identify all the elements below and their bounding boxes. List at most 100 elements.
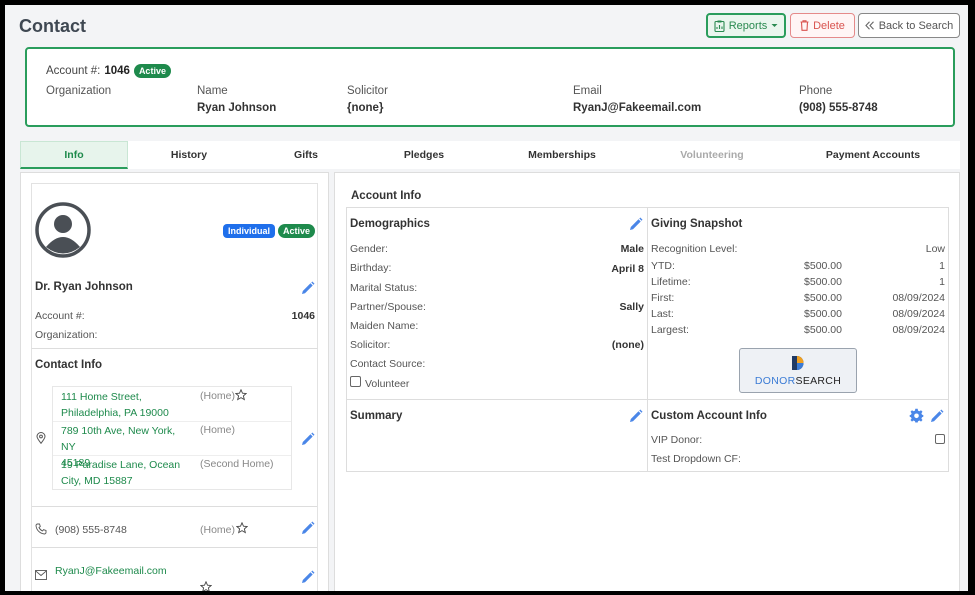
donorsearch-logo-icon: [791, 355, 805, 375]
edit-demographics-pencil-icon[interactable]: [628, 217, 643, 235]
tab-payment-accounts[interactable]: Payment Accounts: [786, 141, 960, 169]
gender-label: Gender:: [350, 243, 388, 255]
address-1[interactable]: 111 Home Street, Philadelphia, PA 19000: [61, 389, 191, 421]
lifetime-count: 1: [939, 276, 945, 288]
contact-full-name: Dr. Ryan Johnson: [35, 281, 133, 293]
delete-button[interactable]: Delete: [790, 13, 855, 38]
marital-status-label: Marital Status:: [350, 282, 418, 294]
individual-badge: Individual: [222, 224, 275, 238]
tab-pledges[interactable]: Pledges: [362, 141, 486, 169]
name-value: Ryan Johnson: [197, 102, 277, 114]
partner-value: Sally: [619, 301, 644, 313]
address-divider: [53, 455, 291, 456]
account-number-line: Account #: 1046 Active: [46, 64, 171, 78]
tab-bar: Info History Gifts Pledges Memberships V…: [20, 141, 960, 169]
star-icon[interactable]: [235, 521, 249, 537]
address-divider: [53, 421, 291, 422]
solicitor-label: Solicitor: [347, 85, 388, 97]
trash-icon: [800, 20, 809, 31]
profile-card: Individual Active Dr. Ryan Johnson Accou…: [31, 183, 318, 348]
vip-donor-label: VIP Donor:: [651, 434, 703, 446]
account-number-label: Account #:: [46, 65, 101, 77]
contact-info-title: Contact Info: [35, 359, 103, 371]
contact-source-label: Contact Source:: [350, 358, 426, 370]
delete-label: Delete: [813, 19, 845, 32]
donorsearch-logo-text: DONORSEARCH: [740, 375, 856, 387]
account-number-value: 1046: [291, 310, 315, 322]
ytd-count: 1: [939, 260, 945, 272]
edit-address-pencil-icon[interactable]: [300, 432, 315, 450]
tab-gifts[interactable]: Gifts: [250, 141, 362, 169]
phone-label: Phone: [799, 85, 833, 97]
contact-phone[interactable]: (908) 555-8748: [55, 524, 127, 536]
account-number-label: Account #:: [35, 310, 85, 322]
first-gift-label: First:: [651, 292, 675, 304]
account-info-title: Account Info: [351, 190, 422, 202]
birthday-value: April 8: [611, 263, 644, 275]
largest-gift-label: Largest:: [651, 324, 689, 336]
maiden-name-label: Maiden Name:: [350, 320, 419, 332]
tab-memberships[interactable]: Memberships: [486, 141, 638, 169]
last-gift-amount: $500.00: [804, 308, 842, 320]
address-list: 111 Home Street, Philadelphia, PA 19000 …: [52, 386, 292, 490]
birthday-label: Birthday:: [350, 262, 392, 274]
last-gift-label: Last:: [651, 308, 674, 320]
tab-history[interactable]: History: [128, 141, 250, 169]
name-label: Name: [197, 85, 228, 97]
volunteer-checkbox[interactable]: [350, 376, 361, 387]
name-field: Name Ryan Johnson: [197, 85, 276, 114]
star-icon[interactable]: [234, 388, 248, 404]
report-icon: [714, 20, 725, 32]
status-badge: Active: [133, 64, 171, 78]
gear-icon[interactable]: [909, 408, 924, 426]
double-chevron-left-icon: [864, 21, 875, 30]
edit-summary-pencil-icon[interactable]: [628, 409, 643, 427]
address-1-type: (Home): [200, 390, 236, 402]
address-3-type: (Second Home): [200, 458, 274, 470]
phone-value: (908) 555-8748: [799, 102, 878, 114]
address-1-line1: 111 Home Street,: [61, 391, 142, 403]
location-pin-icon: [36, 432, 46, 447]
back-to-search-button[interactable]: Back to Search: [858, 13, 960, 38]
account-info-panel: Account Info Demographics Gender: Male B…: [334, 172, 960, 591]
address-1-line2: Philadelphia, PA 19000: [61, 407, 169, 419]
edit-custom-info-pencil-icon[interactable]: [929, 409, 944, 427]
donorsearch-button[interactable]: DONORSEARCH: [739, 348, 857, 393]
edit-phone-pencil-icon[interactable]: [300, 521, 315, 539]
back-label: Back to Search: [878, 19, 954, 32]
address-3[interactable]: 19 Paradise Lane, Ocean City, MD 15887: [61, 457, 191, 489]
donorsearch-logo-part2: SEARCH: [795, 375, 842, 387]
tab-info[interactable]: Info: [20, 141, 128, 169]
custom-account-info-title: Custom Account Info: [651, 410, 767, 422]
organization-label: Organization:: [35, 329, 98, 341]
gender-value: Male: [620, 243, 644, 255]
partner-label: Partner/Spouse:: [350, 301, 426, 313]
organization-field: Organization: [46, 85, 111, 97]
contact-email[interactable]: RyanJ@Fakeemail.com: [55, 565, 167, 577]
edit-name-pencil-icon[interactable]: [300, 281, 315, 299]
first-gift-date: 08/09/2024: [892, 292, 945, 304]
demographics-card: Demographics Gender: Male Birthday: Apri…: [346, 207, 648, 400]
tab-volunteering: Volunteering: [680, 149, 744, 161]
profile-panel: Individual Active Dr. Ryan Johnson Accou…: [20, 172, 329, 591]
first-gift-amount: $500.00: [804, 292, 842, 304]
phone-type: (Home): [200, 524, 236, 536]
edit-email-pencil-icon[interactable]: [300, 570, 315, 588]
reports-label: Reports: [728, 19, 768, 32]
section-divider: [32, 506, 317, 507]
reports-button[interactable]: Reports: [706, 13, 786, 38]
solicitor-label: Solicitor:: [350, 339, 391, 351]
caret-down-icon: [771, 23, 778, 28]
vip-donor-checkbox[interactable]: [935, 434, 945, 444]
profile-badges: Individual Active: [222, 224, 315, 238]
page-title: Contact: [19, 16, 86, 36]
last-gift-date: 08/09/2024: [892, 308, 945, 320]
star-icon[interactable]: [199, 580, 213, 591]
donorsearch-logo-part1: DONOR: [754, 375, 796, 387]
address-3-line1: 19 Paradise Lane, Ocean: [61, 459, 181, 471]
email-label: Email: [573, 85, 602, 97]
contact-info-section: Contact Info 111 Home Street, Philadelph…: [31, 348, 318, 591]
email-field: Email RyanJ@Fakeemail.com: [573, 85, 701, 114]
recognition-level-label: Recognition Level:: [651, 243, 738, 255]
summary-title: Summary: [350, 410, 403, 422]
